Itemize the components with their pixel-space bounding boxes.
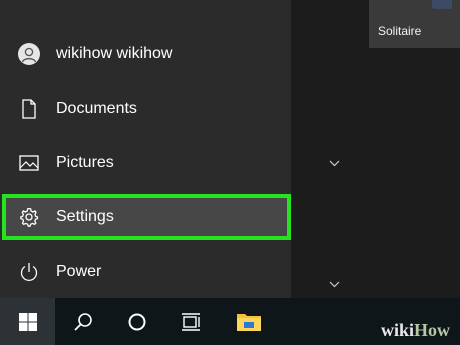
user-avatar-icon <box>17 42 41 66</box>
documents-label: Documents <box>56 100 137 117</box>
wikihow-watermark: wikiHow <box>380 320 450 340</box>
menu-item-settings[interactable]: Settings <box>2 194 291 240</box>
task-view-icon <box>182 312 200 331</box>
expand-group-chevron-icon[interactable] <box>329 279 340 289</box>
solitaire-tile[interactable]: Solitaire <box>369 0 460 48</box>
search-button[interactable] <box>63 298 103 345</box>
menu-item-pictures[interactable]: Pictures <box>0 140 291 186</box>
file-explorer-icon <box>237 313 261 331</box>
expand-group-chevron-icon[interactable] <box>329 158 340 168</box>
menu-item-user-account[interactable]: wikihow wikihow <box>0 31 291 77</box>
solitaire-tile-label: Solitaire <box>378 24 422 38</box>
windows-start-icon <box>18 312 37 331</box>
taskbar: wikiHow <box>0 298 460 345</box>
solitaire-card-icon <box>432 0 452 9</box>
task-view-button[interactable] <box>171 298 211 345</box>
search-icon <box>74 312 92 331</box>
cortana-button[interactable] <box>117 298 157 345</box>
power-icon <box>17 260 41 284</box>
menu-item-power[interactable]: Power <box>0 249 291 295</box>
cortana-icon <box>128 313 146 330</box>
file-explorer-button[interactable] <box>229 298 269 345</box>
power-label: Power <box>56 263 102 280</box>
pictures-label: Pictures <box>56 154 114 171</box>
gear-icon <box>17 205 41 229</box>
menu-item-documents[interactable]: Documents <box>0 86 291 132</box>
user-name-label: wikihow wikihow <box>56 45 173 62</box>
settings-label: Settings <box>56 208 114 225</box>
picture-icon <box>17 151 41 175</box>
start-button[interactable] <box>0 298 55 345</box>
document-icon <box>17 97 41 121</box>
